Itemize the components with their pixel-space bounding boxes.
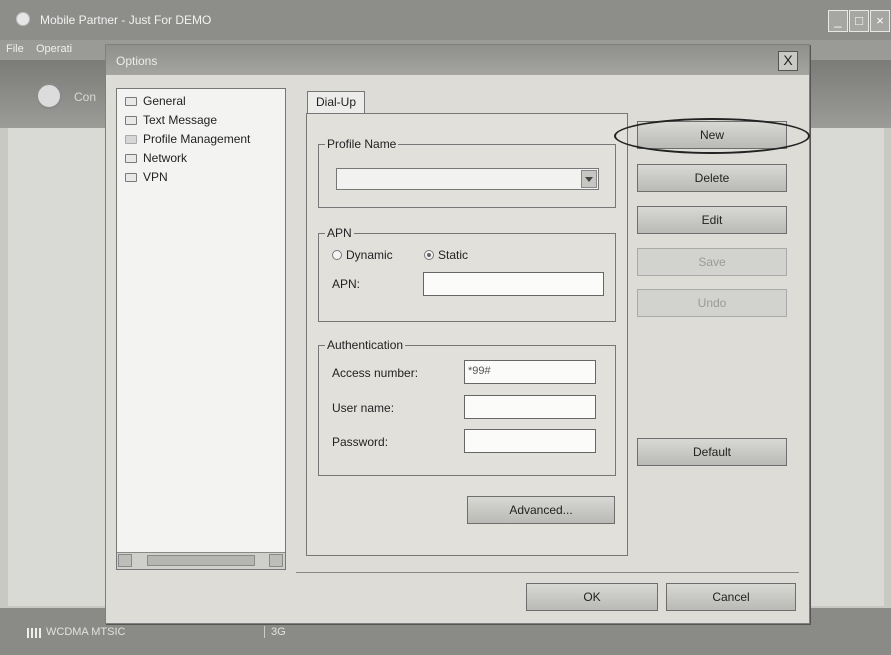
access-number-input[interactable]: *99# [464,360,596,384]
tree-item-label: Profile Management [143,132,251,146]
app-title: Mobile Partner - Just For DEMO [40,13,212,27]
connect-label: Con [74,90,97,104]
folder-open-icon [125,135,137,144]
status-carrier: WCDMA MTSIC [46,626,126,638]
apn-group-label: APN [325,226,354,240]
tree-item-network[interactable]: Network [125,151,187,167]
tree-item-label: VPN [143,170,168,184]
tree-item-text-message[interactable]: Text Message [125,113,217,129]
folder-icon [125,173,137,182]
tree-item-profile-management[interactable]: Profile Management [125,132,250,148]
signal-strength-icon [27,628,41,638]
tree-item-label: Network [143,151,188,165]
apn-static-label: Static [438,248,469,262]
password-label: Password: [332,435,389,449]
folder-icon [125,97,137,106]
ok-button[interactable]: OK [526,583,658,611]
delete-button[interactable]: Delete [637,164,787,192]
profile-name-select[interactable] [336,168,599,190]
user-name-input[interactable] [464,395,596,419]
tree-item-vpn[interactable]: VPN [125,170,168,186]
undo-button[interactable]: Undo [637,289,787,317]
dialog-close-button[interactable]: X [778,51,798,71]
profile-name-group-label: Profile Name [325,137,399,151]
authentication-group: Authentication Access number: *99# User … [318,338,616,476]
menu-file[interactable]: File [6,43,24,55]
apn-dynamic-label: Dynamic [346,248,393,262]
radio-unchecked-icon [332,250,342,260]
save-button[interactable]: Save [637,248,787,276]
dial-up-panel: Profile Name APN Dynamic Static APN: Aut… [306,113,628,556]
tree-item-label: Text Message [143,113,218,127]
chevron-down-icon[interactable] [581,170,597,188]
dialog-titlebar: Options X [106,45,809,75]
apn-label: APN: [332,277,361,291]
tree-item-general[interactable]: General [125,94,186,110]
scroll-left-icon[interactable] [118,554,132,567]
edit-button[interactable]: Edit [637,206,787,234]
apn-dynamic-radio[interactable]: Dynamic [332,248,393,262]
folder-icon [125,116,137,125]
status-network-mode: 3G [264,626,286,638]
access-number-label: Access number: [332,366,419,380]
dialog-title: Options [116,54,158,68]
scroll-thumb[interactable] [147,555,255,566]
maximize-icon[interactable]: □ [849,10,869,32]
default-button[interactable]: Default [637,438,787,466]
apn-static-radio[interactable]: Static [424,248,468,262]
tab-dial-up[interactable]: Dial-Up [307,91,365,113]
tree-horizontal-scrollbar[interactable] [117,552,285,569]
close-icon[interactable]: × [870,10,890,32]
advanced-button[interactable]: Advanced... [467,496,615,524]
folder-icon [125,154,137,163]
authentication-group-label: Authentication [325,338,406,352]
connect-icon[interactable] [36,83,62,109]
minimize-icon[interactable]: _ [828,10,848,32]
radio-checked-icon [424,250,434,260]
dialog-separator [296,572,799,573]
apn-input[interactable] [423,272,604,296]
app-titlebar: Mobile Partner - Just For DEMO _ □ × [0,0,891,40]
apn-group: APN Dynamic Static APN: [318,226,616,322]
cancel-button[interactable]: Cancel [666,583,796,611]
options-tree: General Text Message Profile Management … [116,88,286,570]
tree-item-label: General [143,94,186,108]
app-logo-icon [16,12,30,26]
new-button-highlight-ellipse [614,118,810,154]
password-input[interactable] [464,429,596,453]
user-name-label: User name: [332,401,395,415]
profile-name-group: Profile Name [318,137,616,208]
scroll-right-icon[interactable] [269,554,283,567]
menu-operations[interactable]: Operati [36,43,72,55]
